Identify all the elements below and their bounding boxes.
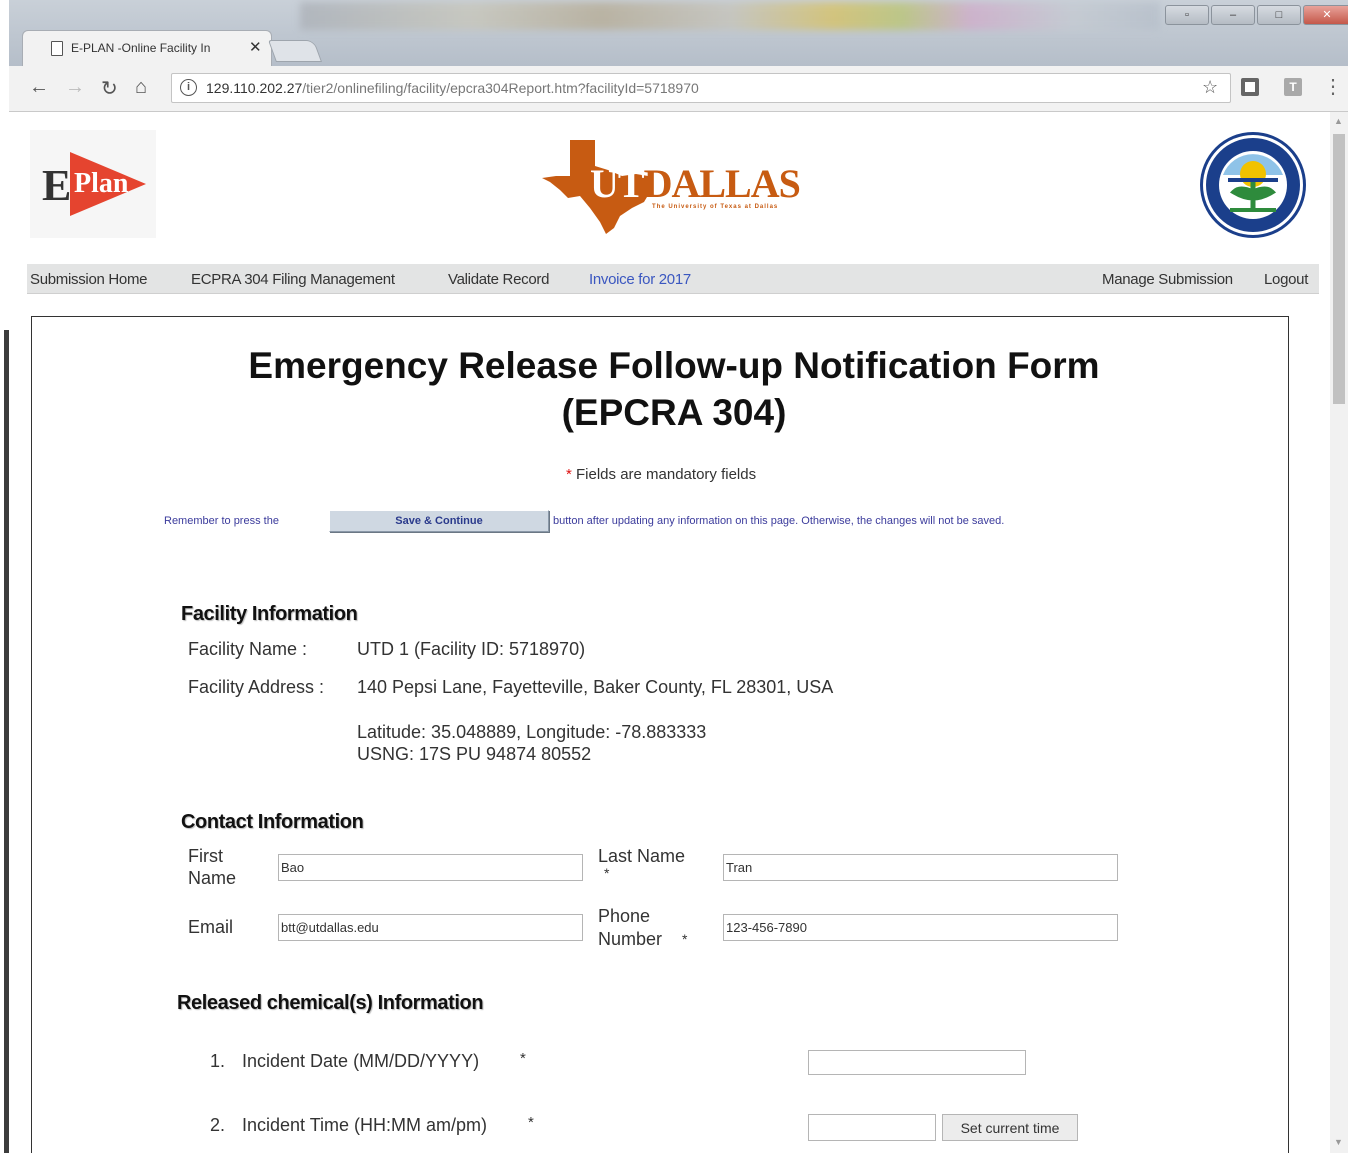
address-bar[interactable]: i 129.110.202.27/tier2/onlinefiling/faci… xyxy=(171,73,1231,103)
bookmark-star-icon[interactable]: ☆ xyxy=(1202,77,1218,98)
scroll-down-icon[interactable]: ▼ xyxy=(1334,1137,1343,1147)
utdallas-wordmark: UTDALLAS xyxy=(590,160,801,207)
extension-t-icon[interactable]: T xyxy=(1284,78,1302,96)
epa-seal-icon xyxy=(1200,132,1306,238)
q2-label: Incident Time (HH:MM am/pm) xyxy=(242,1115,488,1135)
phone-label-1: Phone xyxy=(598,906,651,926)
first-name-label-1: First xyxy=(188,846,223,866)
scrollbar[interactable]: ▲ ▼ xyxy=(1330,112,1348,1153)
info-icon[interactable]: i xyxy=(180,79,197,96)
first-name-label-2: Name xyxy=(188,868,237,888)
email-input[interactable] xyxy=(278,914,583,941)
nav-filing-management[interactable]: ECPRA 304 Filing Management xyxy=(191,271,395,288)
utdallas-logo: UTDALLAS The University of Texas at Dall… xyxy=(540,136,810,236)
url-host: 129.110.202.27 xyxy=(206,80,303,96)
incident-date-input[interactable] xyxy=(808,1050,1026,1075)
contact-heading: Contact Information xyxy=(181,811,364,833)
last-name-label: Last Name xyxy=(598,846,686,866)
form-title-line2: (EPCRA 304) xyxy=(561,392,787,433)
facility-address-value: 140 Pepsi Lane, Fayetteville, Baker Coun… xyxy=(357,677,834,697)
phone-input[interactable] xyxy=(723,914,1118,941)
browser-toolbar: ← → ↻ ⌂ i 129.110.202.27/tier2/onlinefil… xyxy=(9,66,1348,112)
nav-submission-home[interactable]: Submission Home xyxy=(30,271,148,288)
facility-address-label: Facility Address : xyxy=(188,677,325,697)
reminder-text-after: button after updating any information on… xyxy=(553,515,1005,527)
mandatory-note: * Fields are mandatory fields xyxy=(566,466,756,483)
scroll-up-icon[interactable]: ▲ xyxy=(1334,116,1343,126)
browser-tab[interactable]: E-PLAN -Online Facility In ✕ xyxy=(22,30,272,66)
home-icon[interactable]: ⌂ xyxy=(135,76,147,99)
phone-label-2: Number xyxy=(598,929,663,949)
q1-required: * xyxy=(520,1050,526,1067)
new-tab-button[interactable] xyxy=(267,40,323,62)
nav-invoice[interactable]: Invoice for 2017 xyxy=(589,271,691,288)
url-text: 129.110.202.27/tier2/onlinefiling/facili… xyxy=(206,80,699,96)
eplan-logo[interactable]: E Plan xyxy=(30,130,156,238)
forward-icon[interactable]: → xyxy=(65,76,85,99)
minimize-icon[interactable]: ‒ xyxy=(1211,5,1255,25)
last-name-required: * xyxy=(604,865,610,881)
email-label: Email xyxy=(188,917,234,937)
q2-required: * xyxy=(528,1114,534,1131)
window-titlebar: E-PLAN -Online Facility In ✕ ▫ ‒ □ ✕ xyxy=(0,0,1348,66)
q2-number: 2. xyxy=(210,1115,226,1135)
utd-ut: UT xyxy=(590,161,645,206)
user-icon[interactable]: ▫ xyxy=(1165,5,1209,25)
nav-validate-record[interactable]: Validate Record xyxy=(448,271,549,288)
save-continue-button[interactable]: Save & Continue xyxy=(329,510,549,532)
released-heading: Released chemical(s) Information xyxy=(177,992,484,1014)
reminder-text-before: Remember to press the xyxy=(164,515,279,527)
first-name-input[interactable] xyxy=(278,854,583,881)
site-nav: Submission Home ECPRA 304 Filing Managem… xyxy=(27,264,1319,294)
mandatory-text: Fields are mandatory fields xyxy=(571,466,757,483)
background-blur xyxy=(300,2,1160,30)
incident-time-input[interactable] xyxy=(808,1114,936,1141)
epa-seal-logo xyxy=(1198,130,1308,240)
facility-heading: Facility Information xyxy=(181,603,358,625)
last-name-input[interactable] xyxy=(723,854,1118,881)
tab-close-icon[interactable]: ✕ xyxy=(249,38,262,56)
url-path: /tier2/onlinefiling/facility/epcra304Rep… xyxy=(302,80,699,96)
page-icon xyxy=(51,41,63,56)
facility-name-label: Facility Name : xyxy=(188,639,308,659)
maximize-icon[interactable]: □ xyxy=(1257,5,1301,25)
q1-label: Incident Date (MM/DD/YYYY) xyxy=(242,1051,480,1071)
eplan-logo-plan: Plan xyxy=(74,168,129,199)
close-window-icon[interactable]: ✕ xyxy=(1303,5,1348,25)
nav-manage-submission[interactable]: Manage Submission xyxy=(1102,271,1233,288)
facility-latlong: Latitude: 35.048889, Longitude: -78.8833… xyxy=(357,722,707,742)
utd-dallas: DALLAS xyxy=(643,161,801,206)
eplan-logo-e: E xyxy=(42,161,72,210)
tab-title: E-PLAN -Online Facility In xyxy=(71,41,211,55)
utd-subtitle: The University of Texas at Dallas xyxy=(652,204,779,210)
reload-icon[interactable]: ↻ xyxy=(101,76,118,101)
window-edge xyxy=(0,0,9,1153)
form-title-line1: Emergency Release Follow-up Notification… xyxy=(248,345,1100,386)
phone-required: * xyxy=(682,931,688,947)
set-current-time-button[interactable]: Set current time xyxy=(942,1114,1078,1141)
back-icon[interactable]: ← xyxy=(29,76,49,99)
window-controls: ▫ ‒ □ ✕ xyxy=(1165,5,1348,25)
q1-number: 1. xyxy=(210,1051,226,1071)
menu-icon[interactable]: ⋮ xyxy=(1323,74,1343,99)
facility-usng: USNG: 17S PU 94874 80552 xyxy=(357,744,592,764)
facility-name-value: UTD 1 (Facility ID: 5718970) xyxy=(357,639,586,659)
extension-icon[interactable] xyxy=(1241,78,1259,96)
nav-logout[interactable]: Logout xyxy=(1264,271,1308,288)
